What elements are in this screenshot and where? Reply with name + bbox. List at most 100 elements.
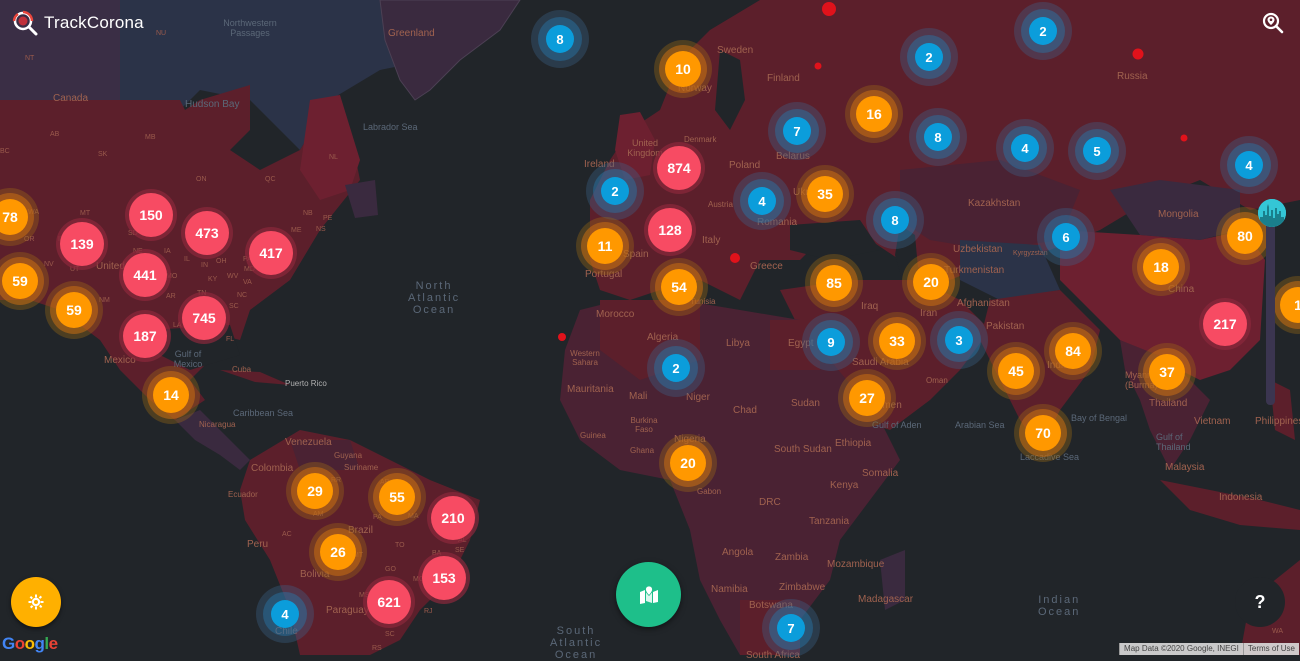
cluster-marker-russia-siberia[interactable]: 5	[1068, 122, 1126, 180]
cluster-marker-chile[interactable]: 4	[256, 585, 314, 643]
cluster-marker-russia-c[interactable]: 8	[909, 108, 967, 166]
country-label: Paraguay	[326, 605, 369, 616]
cluster-marker-us-midwest[interactable]: 441	[119, 249, 171, 301]
country-label: Madagascar	[858, 594, 914, 605]
cluster-marker-iran-n[interactable]: 20	[902, 253, 960, 311]
state-label: SC	[385, 631, 395, 638]
cluster-marker-brazil-ba[interactable]: 153	[418, 552, 470, 604]
cluster-marker-south-africa[interactable]: 7	[762, 599, 820, 657]
cluster-count: 26	[320, 534, 356, 570]
cluster-marker-china-e[interactable]: 217	[1199, 298, 1251, 350]
country-label: DRC	[759, 497, 781, 508]
map-layers-button[interactable]	[616, 562, 681, 627]
gear-icon	[28, 594, 44, 610]
country-label: Mauritania	[567, 384, 614, 395]
hotspot-dot[interactable]	[814, 62, 822, 70]
cluster-marker-belarus[interactable]: 7	[768, 102, 826, 160]
state-label: SC	[229, 303, 239, 310]
cluster-marker-turkey[interactable]: 85	[805, 254, 863, 312]
hotspot-dot[interactable]	[558, 333, 566, 341]
search-location-button[interactable]	[1262, 12, 1284, 34]
ocean-label-line: Indian	[1038, 594, 1081, 606]
cluster-marker-us-northeast[interactable]: 417	[245, 227, 297, 279]
cluster-marker-brazil-pa[interactable]: 55	[368, 468, 426, 526]
cluster-marker-thailand[interactable]: 37	[1138, 343, 1196, 401]
cluster-marker-brazil-am[interactable]: 29	[286, 462, 344, 520]
state-label: SK	[98, 151, 108, 158]
cluster-marker-yemen[interactable]: 27	[838, 369, 896, 427]
cluster-marker-ukraine[interactable]: 35	[796, 165, 854, 223]
cluster-marker-egypt[interactable]: 9	[802, 313, 860, 371]
cluster-marker-pakistan[interactable]: 3	[930, 311, 988, 369]
cluster-marker-russia-w[interactable]: 16	[845, 85, 903, 143]
hotspot-dot[interactable]	[1180, 134, 1188, 142]
settings-button[interactable]	[11, 577, 61, 627]
cluster-marker-brazil-sp[interactable]: 621	[363, 576, 415, 628]
hotspot-dot[interactable]	[730, 253, 740, 263]
cluster-marker-us-north[interactable]: 150	[125, 189, 177, 241]
cluster-marker-us-mountain[interactable]: 139	[56, 218, 108, 270]
cluster-marker-kazakhstan-e[interactable]: 6	[1037, 208, 1095, 266]
cluster-marker-uk-benelux[interactable]: 874	[653, 142, 705, 194]
app-title: TrackCorona	[44, 13, 144, 32]
country-label: Venezuela	[285, 437, 332, 448]
cluster-marker-russia-nw[interactable]: 2	[900, 28, 958, 86]
cluster-marker-norway[interactable]: 10	[654, 40, 712, 98]
cluster-marker-us-south[interactable]: 187	[119, 310, 171, 362]
app-logo[interactable]: TrackCorona	[12, 10, 144, 36]
cluster-marker-russia-ural[interactable]: 4	[996, 119, 1054, 177]
cluster-count: 153	[422, 556, 466, 600]
cluster-count: 20	[913, 264, 949, 300]
cluster-count: 2	[601, 177, 629, 205]
cluster-marker-russia-east[interactable]: 4	[1220, 136, 1278, 194]
city-skyline-icon	[1258, 199, 1286, 227]
cluster-count: 7	[777, 614, 805, 642]
cluster-marker-caucasus[interactable]: 8	[866, 191, 924, 249]
cluster-marker-romania[interactable]: 4	[733, 172, 791, 230]
cluster-marker-ireland[interactable]: 2	[586, 162, 644, 220]
cluster-marker-saudi[interactable]: 33	[868, 312, 926, 370]
cluster-marker-tunisia[interactable]: 54	[650, 258, 708, 316]
cluster-marker-india-s[interactable]: 70	[1014, 404, 1072, 462]
terms-of-use-link[interactable]: Terms of Use	[1242, 643, 1299, 655]
cluster-marker-brazil-mt[interactable]: 26	[309, 523, 367, 581]
google-logo-letter: g	[34, 634, 45, 653]
country-label: Somalia	[862, 468, 899, 479]
state-label: WA	[1272, 628, 1284, 635]
cluster-marker-france[interactable]: 128	[644, 204, 696, 256]
google-logo[interactable]: Google	[2, 634, 58, 654]
state-label: RJ	[424, 608, 433, 615]
sea-label: Gulf of Thailand	[1156, 432, 1191, 452]
cluster-marker-us-great-lakes[interactable]: 473	[181, 207, 233, 259]
cluster-marker-east-asia-edge[interactable]: 1	[1269, 276, 1300, 334]
cluster-marker-us-ca-n[interactable]: 59	[0, 252, 49, 310]
cluster-marker-brazil-ne[interactable]: 210	[427, 492, 479, 544]
cluster-count: 473	[185, 211, 229, 255]
country-label: Suriname	[344, 463, 379, 472]
cluster-marker-us-southeast[interactable]: 745	[178, 292, 230, 344]
state-label: NU	[156, 30, 167, 37]
cluster-count: 27	[849, 380, 885, 416]
cluster-marker-china-w[interactable]: 18	[1132, 238, 1190, 296]
state-label: GO	[385, 566, 396, 573]
help-button[interactable]: ?	[1235, 577, 1285, 627]
cluster-marker-algeria[interactable]: 2	[647, 339, 705, 397]
timeline-handle[interactable]	[1258, 199, 1286, 227]
cluster-marker-portugal[interactable]: 11	[576, 217, 634, 275]
hotspot-dot[interactable]	[822, 2, 836, 16]
cluster-marker-nigeria[interactable]: 20	[659, 434, 717, 492]
cluster-marker-us-wa[interactable]: 78	[0, 188, 39, 246]
cluster-marker-china-ne[interactable]: 80	[1216, 207, 1274, 265]
timeline-track[interactable]	[1266, 205, 1275, 405]
hotspot-dot[interactable]	[1132, 48, 1144, 60]
cluster-marker-guatemala[interactable]: 14	[142, 366, 200, 424]
cluster-marker-india-w[interactable]: 45	[987, 342, 1045, 400]
state-label: NC	[237, 292, 248, 299]
cluster-count: 29	[297, 473, 333, 509]
cluster-count: 54	[661, 269, 697, 305]
country-label: Malaysia	[1165, 462, 1205, 473]
cluster-marker-us-ca-s[interactable]: 59	[45, 281, 103, 339]
cluster-marker-iceland[interactable]: 8	[531, 10, 589, 68]
cluster-marker-india-n[interactable]: 84	[1044, 322, 1102, 380]
cluster-marker-russia-n[interactable]: 2	[1014, 2, 1072, 60]
